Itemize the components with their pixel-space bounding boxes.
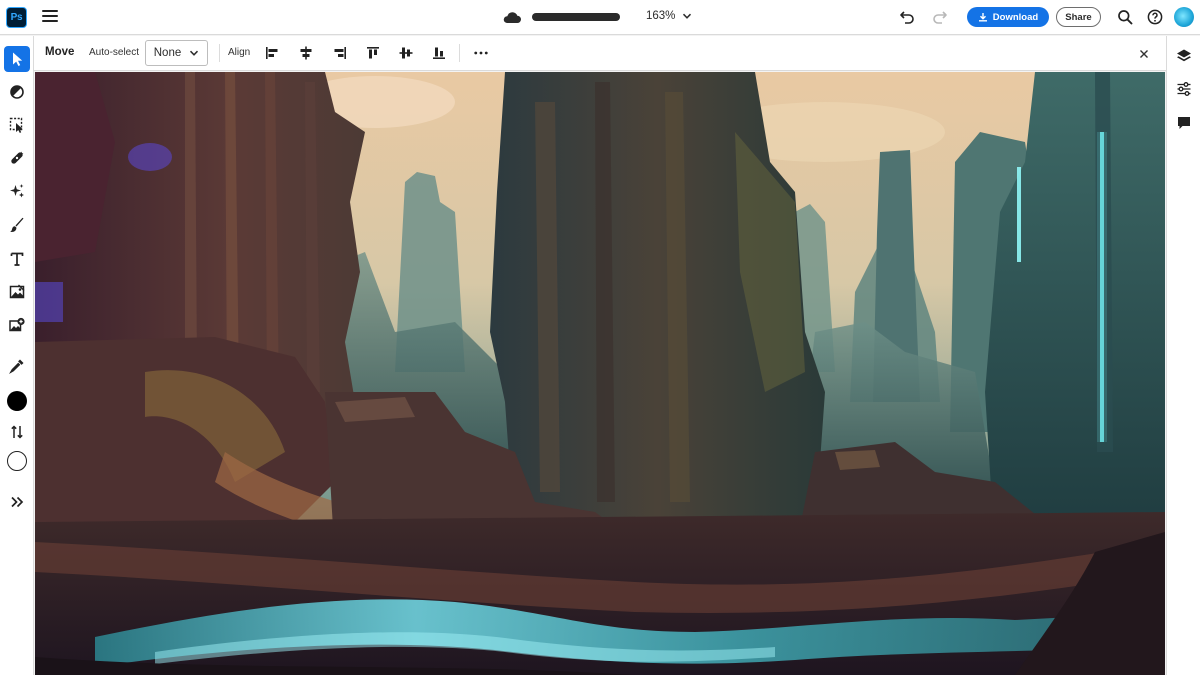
brush-tool[interactable] xyxy=(4,212,30,238)
top-bar: Ps 163% Download Share xyxy=(0,0,1200,35)
align-center-icon xyxy=(300,46,312,60)
active-tool-label: Move xyxy=(45,46,75,58)
align-bottom-button[interactable] xyxy=(430,44,448,62)
document-canvas[interactable] xyxy=(35,72,1165,675)
half-circle-icon xyxy=(10,85,24,99)
sparkle-icon xyxy=(10,184,24,198)
eyedropper-icon xyxy=(9,359,24,374)
layers-icon xyxy=(1177,49,1191,62)
comment-icon xyxy=(1178,117,1190,129)
layers-button[interactable] xyxy=(1175,47,1193,65)
zoom-value: 163% xyxy=(646,10,676,22)
align-vertical-center-button[interactable] xyxy=(397,44,415,62)
align-label: Align xyxy=(228,47,251,58)
share-label: Share xyxy=(1065,11,1092,23)
swap-arrows-icon xyxy=(11,425,23,439)
redo-icon xyxy=(933,11,947,24)
left-toolbar xyxy=(0,36,34,675)
search-button[interactable] xyxy=(1115,7,1135,27)
help-icon xyxy=(1147,9,1163,25)
download-button[interactable]: Download xyxy=(967,7,1049,27)
eyedropper-tool[interactable] xyxy=(4,353,30,379)
bandage-icon xyxy=(11,151,24,164)
auto-select-value: None xyxy=(153,47,182,59)
adjust-tool[interactable] xyxy=(4,79,30,105)
help-button[interactable] xyxy=(1145,7,1165,27)
auto-select-dropdown[interactable]: None xyxy=(145,40,208,66)
healing-tool[interactable] xyxy=(4,145,30,171)
adjustments-button[interactable] xyxy=(1175,80,1193,98)
hamburger-menu-icon[interactable] xyxy=(42,10,58,24)
add-image-tool[interactable] xyxy=(4,312,30,338)
type-tool[interactable] xyxy=(4,246,30,272)
undo-button[interactable] xyxy=(897,7,917,27)
foreground-color-swatch[interactable] xyxy=(7,391,27,411)
right-panel-bar xyxy=(1166,36,1200,675)
cloud-icon[interactable] xyxy=(502,10,522,24)
close-icon xyxy=(1140,50,1148,58)
move-tool[interactable] xyxy=(4,46,30,72)
align-left-button[interactable] xyxy=(263,44,281,62)
options-bar: Move Auto-select None Align xyxy=(34,36,1166,71)
expand-toolbar-button[interactable] xyxy=(4,489,30,515)
close-options-button[interactable] xyxy=(1135,45,1153,63)
divider xyxy=(219,44,220,62)
auto-select-label: Auto-select xyxy=(89,47,140,58)
share-button[interactable]: Share xyxy=(1056,7,1101,27)
align-horizontal-center-button[interactable] xyxy=(297,44,315,62)
background-color-swatch[interactable] xyxy=(7,451,27,471)
more-options-button[interactable] xyxy=(471,44,491,62)
comments-button[interactable] xyxy=(1175,114,1193,132)
image-icon xyxy=(9,284,25,299)
text-icon xyxy=(10,252,24,266)
align-middle-icon xyxy=(399,47,413,59)
search-icon xyxy=(1118,10,1133,25)
swap-colors-button[interactable] xyxy=(4,419,30,445)
chevron-down-icon xyxy=(683,13,692,19)
align-right-button[interactable] xyxy=(331,44,349,62)
image-tool[interactable] xyxy=(4,279,30,305)
user-avatar[interactable] xyxy=(1174,7,1194,27)
brush-icon xyxy=(10,217,24,232)
download-icon xyxy=(978,13,987,22)
divider xyxy=(459,44,460,62)
download-label: Download xyxy=(992,11,1039,23)
align-right-icon xyxy=(334,47,346,59)
redo-button[interactable] xyxy=(930,7,950,27)
align-bottom-icon xyxy=(433,47,445,59)
selection-icon xyxy=(9,117,23,133)
undo-icon xyxy=(900,11,914,24)
align-top-icon xyxy=(367,47,379,59)
align-top-button[interactable] xyxy=(364,44,382,62)
zoom-dropdown[interactable]: 163% xyxy=(646,10,692,22)
add-image-icon xyxy=(9,317,25,332)
more-horizontal-icon xyxy=(474,51,488,55)
generative-fill-tool[interactable] xyxy=(4,178,30,204)
arrow-pointer-icon xyxy=(13,52,23,66)
chevron-double-right-icon xyxy=(11,496,24,508)
artwork-image xyxy=(35,72,1165,675)
sliders-icon xyxy=(1177,82,1191,96)
select-tool[interactable] xyxy=(4,112,30,138)
align-left-icon xyxy=(266,47,278,59)
photoshop-logo[interactable]: Ps xyxy=(6,7,27,28)
document-title[interactable] xyxy=(532,13,620,21)
chevron-down-icon xyxy=(190,50,199,56)
